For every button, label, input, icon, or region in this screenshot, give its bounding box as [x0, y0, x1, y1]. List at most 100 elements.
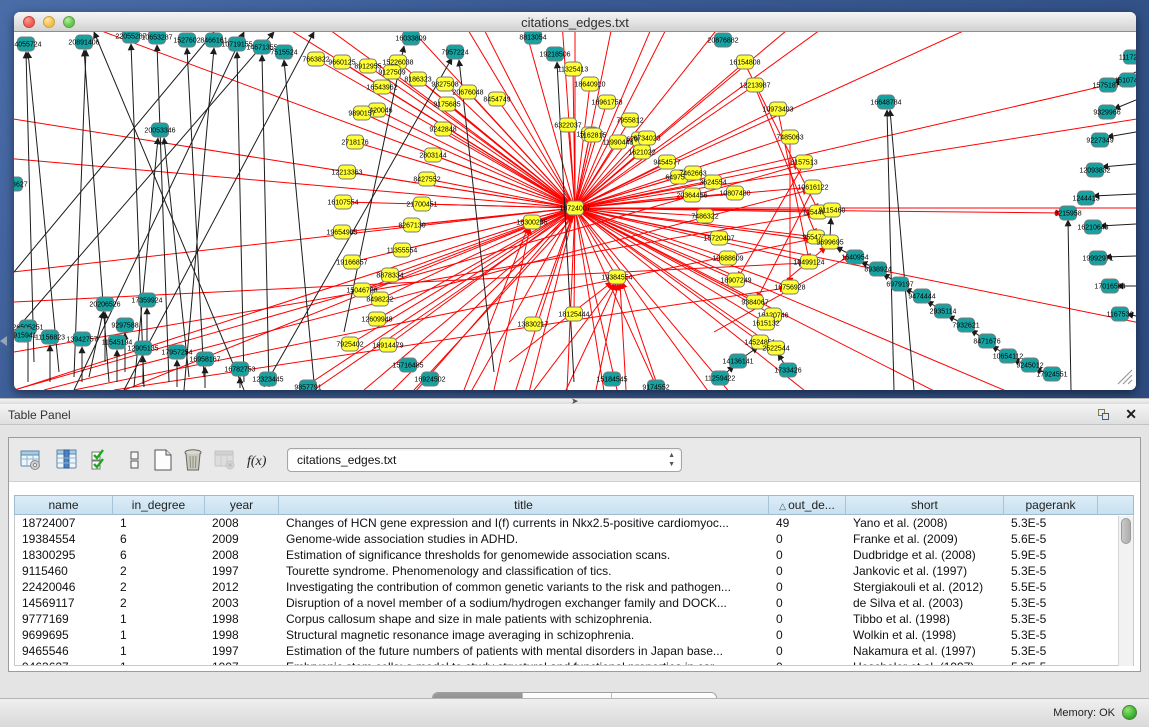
float-panel-icon[interactable]: [1098, 409, 1109, 420]
cell-title[interactable]: Genome-wide association studies in ADHD.: [279, 531, 769, 547]
cell-title[interactable]: Corpus callosum shape and size in male p…: [279, 611, 769, 627]
network-graph-canvas[interactable]: 1872400718300295193845549660125891295515…: [14, 32, 1136, 390]
cell-year[interactable]: 2008: [205, 515, 279, 531]
table-row[interactable]: 969969511998Structural magnetic resonanc…: [15, 627, 1133, 643]
cell-year[interactable]: 1998: [205, 611, 279, 627]
cell-short[interactable]: Tibbo et al. (1998): [846, 611, 1004, 627]
cell-short[interactable]: Dudbridge et al. (2008): [846, 547, 1004, 563]
table-row[interactable]: 946554611997Estimation of the future num…: [15, 643, 1133, 659]
table-row[interactable]: 1830029562008Estimation of significance …: [15, 547, 1133, 563]
cell-year[interactable]: 2008: [205, 547, 279, 563]
cell-year[interactable]: 1997: [205, 643, 279, 659]
cell-title[interactable]: Embryonic stem cells: a model to study s…: [279, 659, 769, 666]
cell-name[interactable]: 14569117: [15, 595, 113, 611]
cell-out_degree[interactable]: 0: [769, 643, 846, 659]
cell-pagerank[interactable]: 5.3E-5: [1004, 563, 1098, 579]
cell-short[interactable]: Nakamura et al. (1997): [846, 643, 1004, 659]
memory-status-indicator[interactable]: [1122, 705, 1137, 720]
cell-out_degree[interactable]: 0: [769, 659, 846, 666]
cell-title[interactable]: Estimation of significance thresholds fo…: [279, 547, 769, 563]
cell-pagerank[interactable]: 5.5E-5: [1004, 579, 1098, 595]
cell-pagerank[interactable]: 5.3E-5: [1004, 659, 1098, 666]
column-header-in_degree[interactable]: in_degree: [113, 496, 205, 514]
panel-collapse-arrow-icon[interactable]: [0, 336, 7, 346]
column-header-name[interactable]: name: [15, 496, 113, 514]
cell-in_degree[interactable]: 6: [113, 547, 205, 563]
cell-pagerank[interactable]: 5.3E-5: [1004, 627, 1098, 643]
cell-pagerank[interactable]: 5.3E-5: [1004, 515, 1098, 531]
table-vertical-scrollbar[interactable]: [1118, 516, 1133, 666]
function-builder-icon[interactable]: f(x): [245, 448, 269, 472]
cell-in_degree[interactable]: 2: [113, 579, 205, 595]
cell-short[interactable]: Hescheler et al. (1997): [846, 659, 1004, 666]
cell-title[interactable]: Investigating the contribution of common…: [279, 579, 769, 595]
cell-in_degree[interactable]: 2: [113, 563, 205, 579]
cell-pagerank[interactable]: 5.3E-5: [1004, 595, 1098, 611]
cell-short[interactable]: Wolkin et al. (1998): [846, 627, 1004, 643]
cell-out_degree[interactable]: 49: [769, 515, 846, 531]
column-header-pagerank[interactable]: pagerank: [1004, 496, 1098, 514]
cell-year[interactable]: 1997: [205, 563, 279, 579]
delete-icon[interactable]: [181, 448, 205, 472]
cell-name[interactable]: 9465546: [15, 643, 113, 659]
table-body[interactable]: 1872400712008Changes of HCN gene express…: [14, 515, 1134, 666]
node-table[interactable]: namein_degreeyeartitle△out_de...shortpag…: [14, 495, 1134, 666]
column-check-icon[interactable]: [89, 448, 113, 472]
table-row[interactable]: 1938455462009Genome-wide association stu…: [15, 531, 1133, 547]
network-view-window[interactable]: citations_edges.txt 18724007183002951938…: [14, 12, 1136, 390]
cell-name[interactable]: 18724007: [15, 515, 113, 531]
cell-name[interactable]: 9115460: [15, 563, 113, 579]
cell-in_degree[interactable]: 1: [113, 515, 205, 531]
cell-name[interactable]: 9777169: [15, 611, 113, 627]
cell-in_degree[interactable]: 1: [113, 627, 205, 643]
cell-title[interactable]: Tourette syndrome. Phenomenology and cla…: [279, 563, 769, 579]
cell-in_degree[interactable]: 1: [113, 643, 205, 659]
cell-out_degree[interactable]: 0: [769, 579, 846, 595]
close-panel-icon[interactable]: ✕: [1125, 406, 1137, 423]
cell-name[interactable]: 19384554: [15, 531, 113, 547]
table-row[interactable]: 977716911998Corpus callosum shape and si…: [15, 611, 1133, 627]
table-row[interactable]: 1872400712008Changes of HCN gene express…: [15, 515, 1133, 531]
table-row[interactable]: 1456911722003Disruption of a novel membe…: [15, 595, 1133, 611]
cell-short[interactable]: Franke et al. (2009): [846, 531, 1004, 547]
new-file-icon[interactable]: [151, 448, 175, 472]
scrollbar-thumb[interactable]: [1121, 518, 1131, 544]
cell-pagerank[interactable]: 5.9E-5: [1004, 547, 1098, 563]
cell-in_degree[interactable]: 6: [113, 531, 205, 547]
cell-out_degree[interactable]: 0: [769, 611, 846, 627]
cell-short[interactable]: Jankovic et al. (1997): [846, 563, 1004, 579]
cell-out_degree[interactable]: 0: [769, 595, 846, 611]
window-titlebar[interactable]: citations_edges.txt: [14, 12, 1136, 32]
column-header-short[interactable]: short: [846, 496, 1004, 514]
cell-pagerank[interactable]: 5.6E-5: [1004, 531, 1098, 547]
table-settings-icon[interactable]: [19, 448, 43, 472]
cell-name[interactable]: 18300295: [15, 547, 113, 563]
table-header-row[interactable]: namein_degreeyeartitle△out_de...shortpag…: [14, 495, 1134, 515]
cell-short[interactable]: Stergiakouli et al. (2012): [846, 579, 1004, 595]
cell-out_degree[interactable]: 0: [769, 627, 846, 643]
cell-in_degree[interactable]: 1: [113, 659, 205, 666]
column-header-year[interactable]: year: [205, 496, 279, 514]
citation-network-graph[interactable]: 1872400718300295193845549660125891295515…: [14, 32, 1136, 390]
select-column-icon[interactable]: [55, 448, 79, 472]
cell-out_degree[interactable]: 0: [769, 547, 846, 563]
cell-year[interactable]: 1997: [205, 659, 279, 666]
rows-icon[interactable]: [123, 448, 147, 472]
cell-name[interactable]: 9463627: [15, 659, 113, 666]
cell-out_degree[interactable]: 0: [769, 531, 846, 547]
cell-title[interactable]: Structural magnetic resonance image aver…: [279, 627, 769, 643]
column-header-title[interactable]: title: [279, 496, 769, 514]
cell-name[interactable]: 22420046: [15, 579, 113, 595]
cell-short[interactable]: Yano et al. (2008): [846, 515, 1004, 531]
cell-out_degree[interactable]: 0: [769, 563, 846, 579]
cell-pagerank[interactable]: 5.3E-5: [1004, 643, 1098, 659]
table-selector-dropdown[interactable]: citations_edges.txt ▲▼: [287, 448, 682, 472]
cell-name[interactable]: 9699695: [15, 627, 113, 643]
column-header-out_degree[interactable]: △out_de...: [769, 496, 846, 514]
table-row[interactable]: 946362711997Embryonic stem cells: a mode…: [15, 659, 1133, 666]
cell-pagerank[interactable]: 5.3E-5: [1004, 611, 1098, 627]
cell-year[interactable]: 2003: [205, 595, 279, 611]
cell-year[interactable]: 2009: [205, 531, 279, 547]
cell-in_degree[interactable]: 2: [113, 595, 205, 611]
table-row[interactable]: 911546021997Tourette syndrome. Phenomeno…: [15, 563, 1133, 579]
